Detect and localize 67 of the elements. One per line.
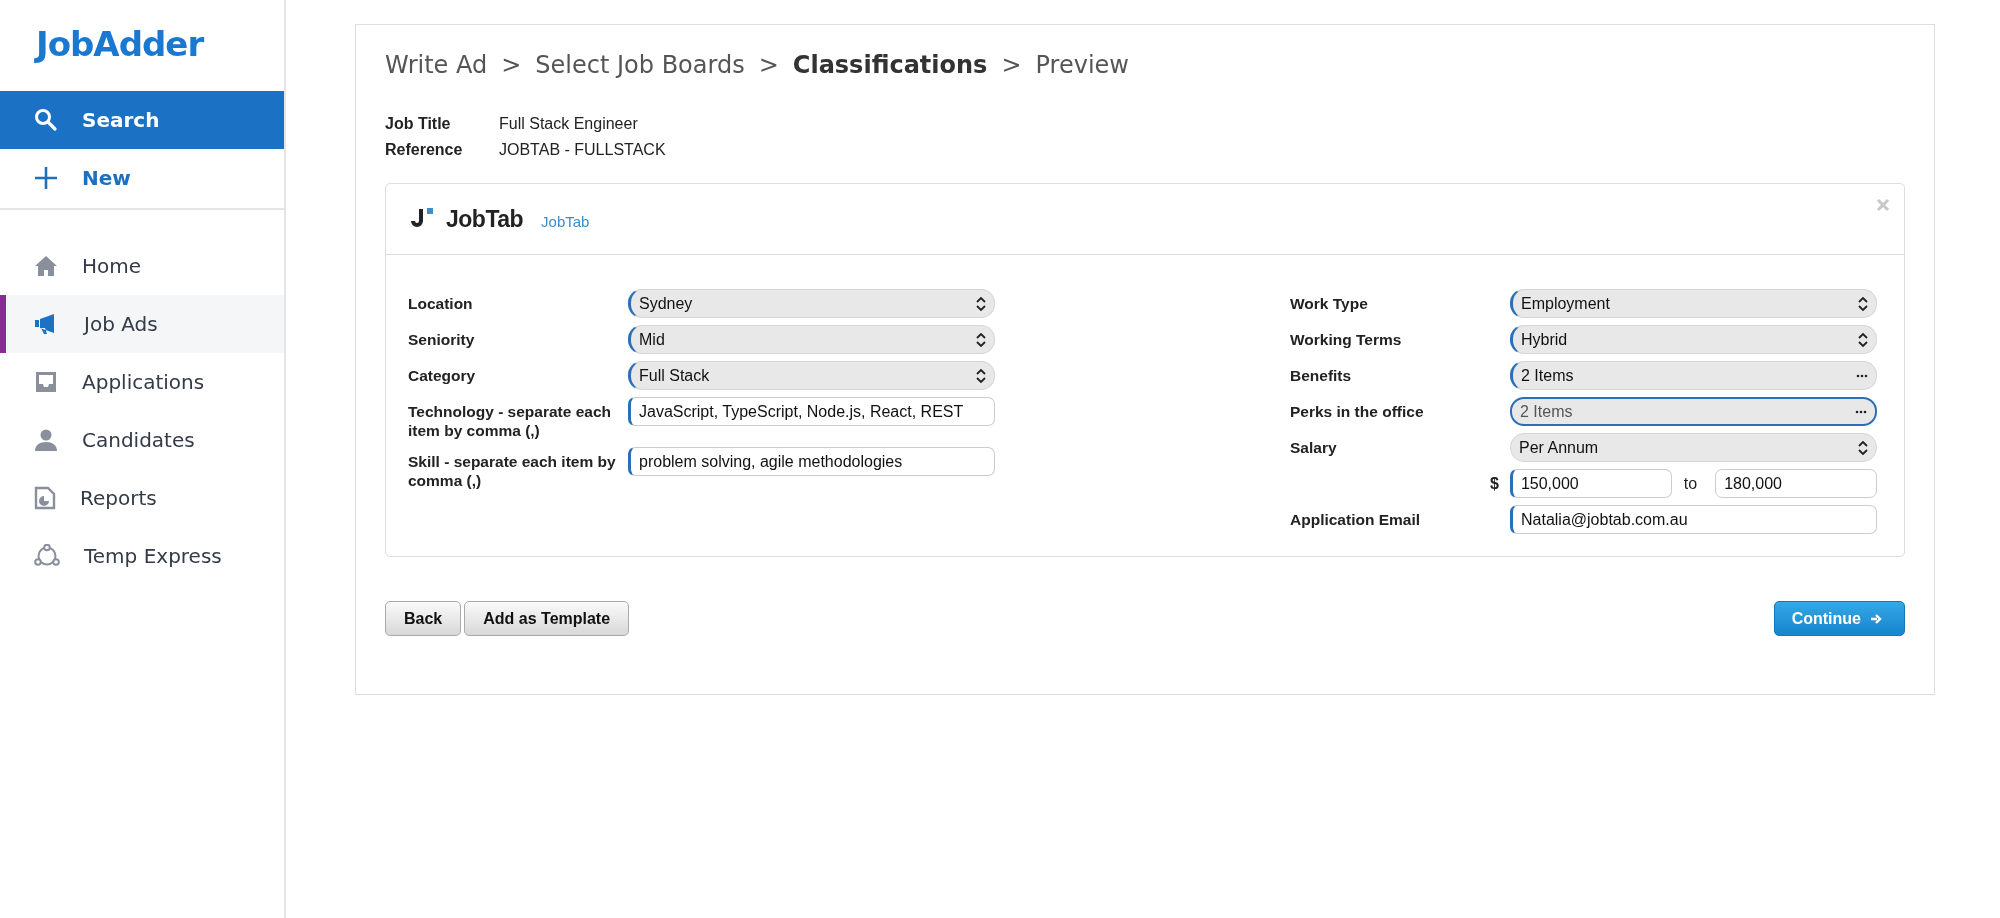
updown-caret-icon — [1858, 296, 1868, 311]
updown-caret-icon — [1858, 332, 1868, 347]
breadcrumb-separator: > — [501, 51, 522, 79]
field-label: Benefits — [1290, 366, 1353, 385]
field-label: Application Email — [1290, 510, 1422, 529]
select-dropdown[interactable]: Mid — [628, 325, 995, 354]
field-label: Seniority — [408, 330, 476, 349]
select-dropdown[interactable]: Sydney — [628, 289, 995, 318]
action-button[interactable]: Back — [385, 601, 462, 636]
field-label: Category — [408, 366, 477, 385]
input-field[interactable]: problem solving, agile methodologies — [628, 447, 995, 476]
updown-caret-icon — [976, 368, 986, 383]
person-icon — [34, 428, 58, 452]
select-dropdown[interactable]: Hybrid — [1510, 325, 1877, 354]
field-label: Skill - separate each item by comma (,) — [408, 452, 617, 490]
salary-to-field[interactable]: 180,000 — [1715, 469, 1877, 498]
sidebar-item[interactable]: Reports — [0, 469, 284, 527]
field-label: Working Terms — [1290, 330, 1403, 349]
sidebar-item[interactable]: Job Ads — [0, 295, 284, 353]
breadcrumb-step: Classifications — [792, 51, 988, 79]
sidebar-action[interactable]: New — [0, 149, 284, 207]
currency-symbol: $ — [1490, 474, 1500, 493]
inbox-icon — [34, 370, 58, 394]
breadcrumb-separator: > — [1001, 51, 1022, 79]
updown-caret-icon — [976, 296, 986, 311]
breadcrumb-step: Select Job Boards — [535, 51, 745, 79]
summary-label: Reference — [385, 141, 464, 159]
input-field[interactable]: Natalia@jobtab.com.au — [1510, 505, 1877, 534]
select-dropdown[interactable]: Full Stack — [628, 361, 995, 390]
report-icon — [34, 486, 56, 510]
sidebar-item[interactable]: Home — [0, 237, 284, 295]
field-label: Salary — [1290, 438, 1338, 457]
breadcrumb-step: Write Ad — [385, 51, 488, 79]
logo: JobAdder — [33, 23, 204, 66]
board-link[interactable]: JobTab — [541, 212, 590, 230]
search-icon — [34, 108, 58, 132]
sidebar-item[interactable]: Applications — [0, 353, 284, 411]
select-dropdown[interactable]: Employment — [1510, 289, 1877, 318]
select-dropdown[interactable]: Per Annum — [1510, 433, 1877, 462]
network-icon — [34, 544, 60, 568]
summary-value: JOBTAB - FULLSTACK — [499, 141, 666, 159]
breadcrumb-separator: > — [758, 51, 779, 79]
range-separator: to — [1683, 474, 1698, 493]
plus-icon — [34, 166, 58, 190]
ellipsis-icon — [1855, 409, 1867, 414]
arrow-right-icon — [1871, 613, 1882, 624]
salary-from-field[interactable]: 150,000 — [1509, 469, 1672, 498]
sidebar-action[interactable]: Search — [0, 91, 284, 149]
ellipsis-icon — [1856, 373, 1868, 378]
sidebar-item[interactable]: Candidates — [0, 411, 284, 469]
field-label: Location — [408, 294, 474, 313]
field-label: Technology - separate each item by comma (,) — [408, 402, 612, 440]
summary-label: Job Title — [385, 115, 452, 133]
sidebar-item[interactable]: Temp Express — [0, 527, 284, 585]
field-label: Work Type — [1290, 294, 1369, 313]
home-icon — [34, 255, 58, 277]
input-field[interactable]: JavaScript, TypeScript, Node.js, React, REST — [628, 397, 995, 426]
summary-value: Full Stack Engineer — [499, 115, 639, 133]
updown-caret-icon — [976, 332, 986, 347]
breadcrumb-step: Preview — [1035, 51, 1129, 79]
field-label: Perks in the office — [1290, 402, 1425, 421]
board-logo-text: JobTab — [446, 205, 524, 233]
close-icon[interactable] — [1876, 198, 1890, 212]
multi-select-field[interactable]: 2 Items — [1510, 361, 1877, 390]
multi-select-field[interactable]: 2 Items — [1510, 397, 1877, 426]
action-button[interactable]: Add as Template — [464, 601, 630, 636]
updown-caret-icon — [1858, 440, 1868, 455]
